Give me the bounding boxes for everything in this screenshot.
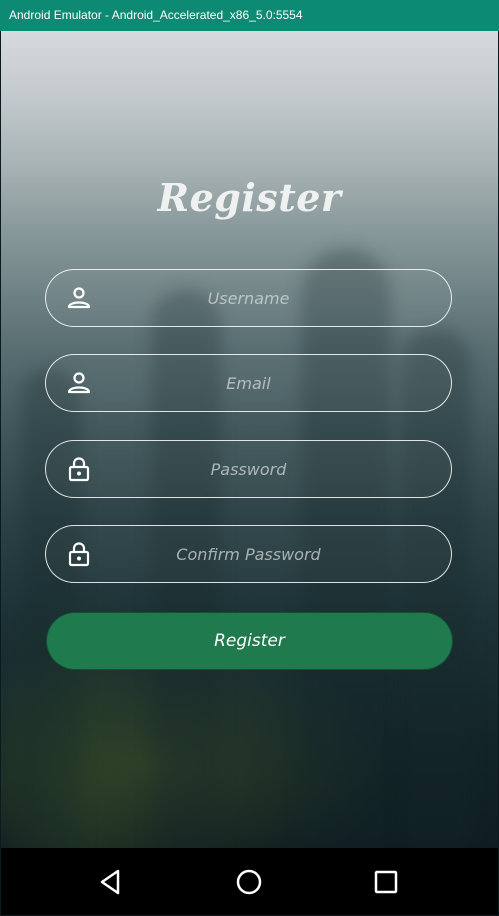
back-icon[interactable] [96,867,126,897]
password-input[interactable] [106,441,391,497]
window-title-bar[interactable]: Android Emulator - Android_Accelerated_x… [0,0,499,31]
recents-icon[interactable] [371,867,401,897]
page-title: Register [157,175,342,220]
username-input[interactable] [106,270,391,326]
email-input[interactable] [106,355,391,411]
confirm-password-field[interactable] [45,525,452,583]
emulator-window: Android Emulator - Android_Accelerated_x… [0,0,499,916]
window-title: Android Emulator - Android_Accelerated_x… [9,8,303,22]
lock-icon [68,457,90,482]
person-icon [67,372,91,394]
register-button[interactable]: Register [46,612,453,670]
home-icon[interactable] [234,867,264,897]
confirm-password-input[interactable] [106,526,391,582]
person-icon [67,287,91,309]
register-screen: Register Username Email Register [1,31,498,848]
email-field[interactable] [45,354,452,412]
username-field[interactable] [45,269,452,327]
lock-icon [68,542,90,567]
password-field[interactable] [45,440,452,498]
android-nav-bar [1,848,498,915]
